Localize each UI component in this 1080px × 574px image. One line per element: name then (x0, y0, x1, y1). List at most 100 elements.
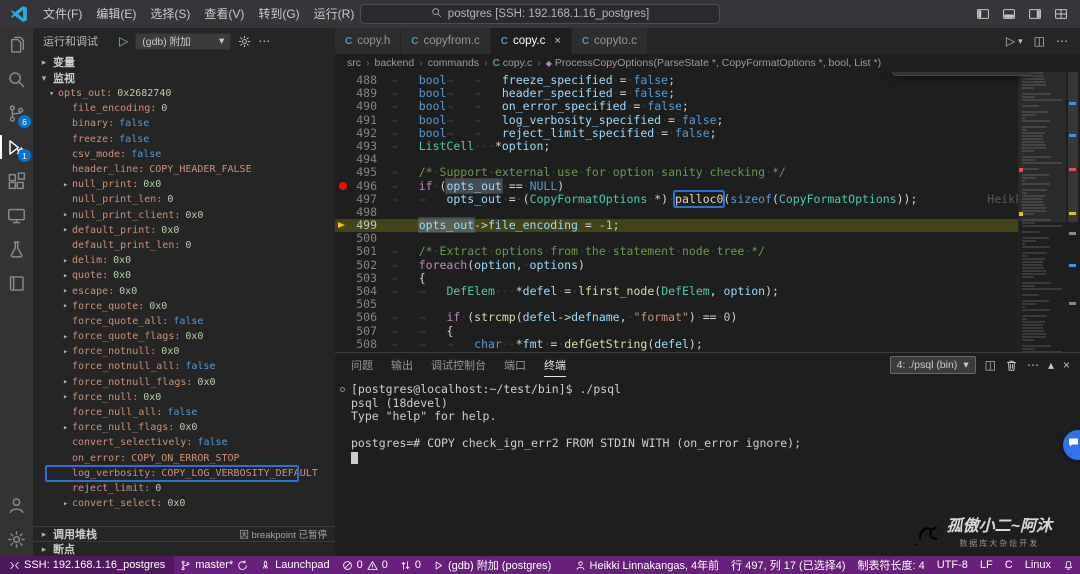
statusbar-ports[interactable]: 0 (394, 556, 427, 574)
watch-item-freeze[interactable]: freeze: false (33, 132, 335, 147)
terminal-selector-dropdown[interactable]: 4: ./psql (bin) ▾ (889, 356, 976, 374)
activitybar-account-icon[interactable] (0, 488, 33, 522)
panel-tab-调试控制台[interactable]: 调试控制台 (431, 353, 486, 377)
breadcrumb-item[interactable]: ◆ ProcessCopyOptions(ParseState *, CopyF… (546, 57, 881, 69)
breadcrumb-item[interactable]: commands (428, 57, 479, 69)
gutter-glyph-margin[interactable] (335, 245, 351, 258)
tab-copy.h[interactable]: Ccopy.h (335, 28, 402, 54)
gutter-glyph-margin[interactable] (335, 298, 351, 311)
watch-item-opts_out[interactable]: ▾ opts_out: 0x2682740 (33, 86, 335, 101)
gutter-glyph-margin[interactable] (335, 219, 351, 232)
watch-item-csv_mode[interactable]: csv_mode: false (33, 147, 335, 162)
scrollbar-slider[interactable] (1068, 72, 1078, 222)
watch-item-on_error[interactable]: on_error: COPY_ON_ERROR_STOP (33, 451, 335, 466)
statusbar-encoding[interactable]: UTF-8 (931, 556, 974, 574)
watch-item-log_verbosity[interactable]: log_verbosity: COPY_LOG_VERBOSITY_DEFAULT (33, 464, 335, 483)
watch-item-force_quote[interactable]: ▸ force_quote: 0x0 (33, 299, 335, 314)
watch-item-null_print_len[interactable]: null_print_len: 0 (33, 192, 335, 207)
menu-选择(S)[interactable]: 选择(S) (143, 0, 197, 28)
statusbar-notifications[interactable] (1057, 556, 1080, 574)
gutter-glyph-margin[interactable] (335, 325, 351, 338)
section-breakpoints[interactable]: ▸ 断点 (33, 541, 335, 556)
breadcrumb-item[interactable]: C copy.c (493, 57, 533, 69)
watch-item-binary[interactable]: binary: false (33, 116, 335, 131)
activitybar-testing-icon[interactable] (0, 232, 33, 266)
section-watch[interactable]: ▾ 监视 (33, 70, 335, 86)
minimap-slider[interactable] (1019, 72, 1066, 222)
gutter-glyph-margin[interactable] (335, 259, 351, 272)
watch-item-force_null_all[interactable]: force_null_all: false (33, 405, 335, 420)
breakpoint-dot[interactable] (335, 180, 351, 193)
watch-item-force_notnull[interactable]: ▸ force_notnull: 0x0 (33, 344, 335, 359)
gutter-glyph-margin[interactable] (335, 140, 351, 153)
code-editor[interactable]: 488 → bool→ → freeze_specified·=·false; 48… (335, 72, 1080, 352)
watch-item-delim[interactable]: ▸ delim: 0x0 (33, 253, 335, 268)
panel-tab-输出[interactable]: 输出 (391, 353, 413, 377)
more-actions-icon[interactable]: ⋯ (1056, 34, 1068, 48)
panel-tab-端口[interactable]: 端口 (504, 353, 526, 377)
statusbar-os[interactable]: Linux (1019, 556, 1057, 574)
gutter-glyph-margin[interactable] (335, 285, 351, 298)
watch-item-force_notnull_flags[interactable]: ▸ force_notnull_flags: 0x0 (33, 375, 335, 390)
start-debug-icon[interactable]: ▷ (119, 34, 128, 48)
gutter-glyph-margin[interactable] (335, 100, 351, 113)
statusbar-eol[interactable]: LF (974, 556, 999, 574)
gutter-glyph-margin[interactable] (335, 311, 351, 324)
gear-icon[interactable] (238, 35, 251, 48)
activitybar-scm-icon[interactable]: 6 (0, 96, 33, 130)
watch-item-quote[interactable]: ▸ quote: 0x0 (33, 268, 335, 283)
more-actions-icon[interactable]: ⋯ (1027, 358, 1039, 372)
statusbar-problems[interactable]: 00 (336, 556, 394, 574)
kill-terminal-icon[interactable] (1005, 359, 1018, 372)
debug-config-dropdown[interactable]: (gdb) 附加 ▾ (135, 32, 232, 50)
activitybar-extensions-icon[interactable] (0, 164, 33, 198)
tab-copyfrom.c[interactable]: Ccopyfrom.c (401, 28, 491, 54)
more-actions-icon[interactable]: ⋯ (258, 34, 270, 48)
gutter-glyph-margin[interactable] (335, 127, 351, 140)
statusbar-debug-session[interactable]: (gdb) 附加 (postgres) (427, 556, 557, 574)
close-icon[interactable]: × (554, 35, 560, 47)
scrollbar[interactable] (1066, 72, 1080, 352)
gutter-glyph-margin[interactable] (335, 74, 351, 87)
gutter-glyph-margin[interactable] (335, 166, 351, 179)
toggle-panel-icon[interactable] (1002, 7, 1016, 21)
toggle-secondary-sidebar-icon[interactable] (1028, 7, 1042, 21)
customize-layout-icon[interactable] (1054, 7, 1068, 21)
close-panel-icon[interactable]: × (1063, 358, 1070, 372)
section-callstack[interactable]: ▸ 调用堆栈 因 breakpoint 已暂停 (33, 526, 335, 541)
activitybar-search-icon[interactable] (0, 62, 33, 96)
activitybar-settings-icon[interactable] (0, 522, 33, 556)
gutter-glyph-margin[interactable] (335, 232, 351, 245)
breadcrumb-item[interactable]: src (347, 57, 361, 69)
watch-item-convert_selectively[interactable]: convert_selectively: false (33, 435, 335, 450)
command-center-search[interactable]: postgres [SSH: 192.168.1.16_postgres] (360, 4, 720, 24)
watch-item-default_print_len[interactable]: default_print_len: 0 (33, 238, 335, 253)
statusbar-cursor-position[interactable]: 行 497, 列 17 (已选择4) (725, 556, 851, 574)
panel-tab-终端[interactable]: 终端 (544, 353, 566, 377)
watch-item-force_notnull_all[interactable]: force_notnull_all: false (33, 359, 335, 374)
run-c-file-icon[interactable]: ▷ (1006, 34, 1015, 48)
watch-item-force_quote_all[interactable]: force_quote_all: false (33, 314, 335, 329)
section-variables[interactable]: ▸ 变量 (33, 54, 335, 70)
command-decoration-icon[interactable] (340, 387, 345, 392)
gutter-glyph-margin[interactable] (335, 193, 351, 206)
breadcrumb-item[interactable]: backend (375, 57, 415, 69)
statusbar-launchpad[interactable]: Launchpad (254, 556, 335, 574)
activitybar-remote-icon[interactable] (0, 198, 33, 232)
watch-item-default_print[interactable]: ▸ default_print: 0x0 (33, 223, 335, 238)
statusbar-branch[interactable]: master* (174, 556, 254, 574)
watch-item-force_null[interactable]: ▸ force_null: 0x0 (33, 390, 335, 405)
statusbar-language[interactable]: C (999, 556, 1019, 574)
gutter-glyph-margin[interactable] (335, 87, 351, 100)
watch-item-force_quote_flags[interactable]: ▸ force_quote_flags: 0x0 (33, 329, 335, 344)
menu-运行(R)[interactable]: 运行(R) (307, 0, 362, 28)
gutter-glyph-margin[interactable] (335, 153, 351, 166)
watch-item-convert_select[interactable]: ▸ convert_select: 0x0 (33, 496, 335, 511)
watch-item-header_line[interactable]: header_line: COPY_HEADER_FALSE (33, 162, 335, 177)
gutter-glyph-margin[interactable] (335, 114, 351, 127)
statusbar-remote[interactable]: SSH: 192.168.1.16_postgres (0, 556, 175, 574)
menu-转到(G)[interactable]: 转到(G) (251, 0, 306, 28)
statusbar-blame[interactable]: Heikki Linnakangas, 4年前 (569, 556, 726, 574)
panel-tab-问题[interactable]: 问题 (351, 353, 373, 377)
split-editor-icon[interactable]: ◫ (1034, 34, 1045, 48)
